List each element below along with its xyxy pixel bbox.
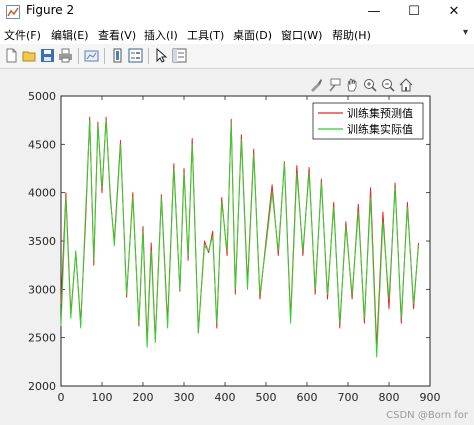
- y-tick-label: 3500: [28, 235, 56, 248]
- legend-label-actual: 训练集实际值: [347, 122, 413, 136]
- line-chart: 0 100 200 300 400 500 600 700 800 900 2000 2500 3000…: [28, 90, 469, 421]
- x-tick-label: 500: [256, 391, 277, 404]
- x-tick-label: 600: [297, 391, 318, 404]
- y-tick-label: 2500: [28, 332, 56, 345]
- x-tick-label: 700: [338, 391, 359, 404]
- x-tick-label: 400: [215, 391, 236, 404]
- y-tick-label: 4000: [28, 187, 56, 200]
- legend-label-predicted: 训练集预测值: [347, 106, 413, 120]
- y-tick-label: 3000: [28, 283, 56, 296]
- x-tick-label: 300: [174, 391, 195, 404]
- x-tick-label: 0: [58, 391, 65, 404]
- x-tick-label: 800: [379, 391, 400, 404]
- watermark: CSDN @Born for: [386, 410, 469, 421]
- y-tick-label: 2000: [28, 380, 56, 393]
- x-tick-label: 900: [420, 391, 441, 404]
- y-tick-label: 4500: [28, 138, 56, 151]
- x-tick-label: 100: [92, 391, 113, 404]
- y-tick-label: 5000: [28, 90, 56, 103]
- x-tick-label: 200: [133, 391, 154, 404]
- legend: 训练集预测值 训练集实际值: [312, 102, 424, 140]
